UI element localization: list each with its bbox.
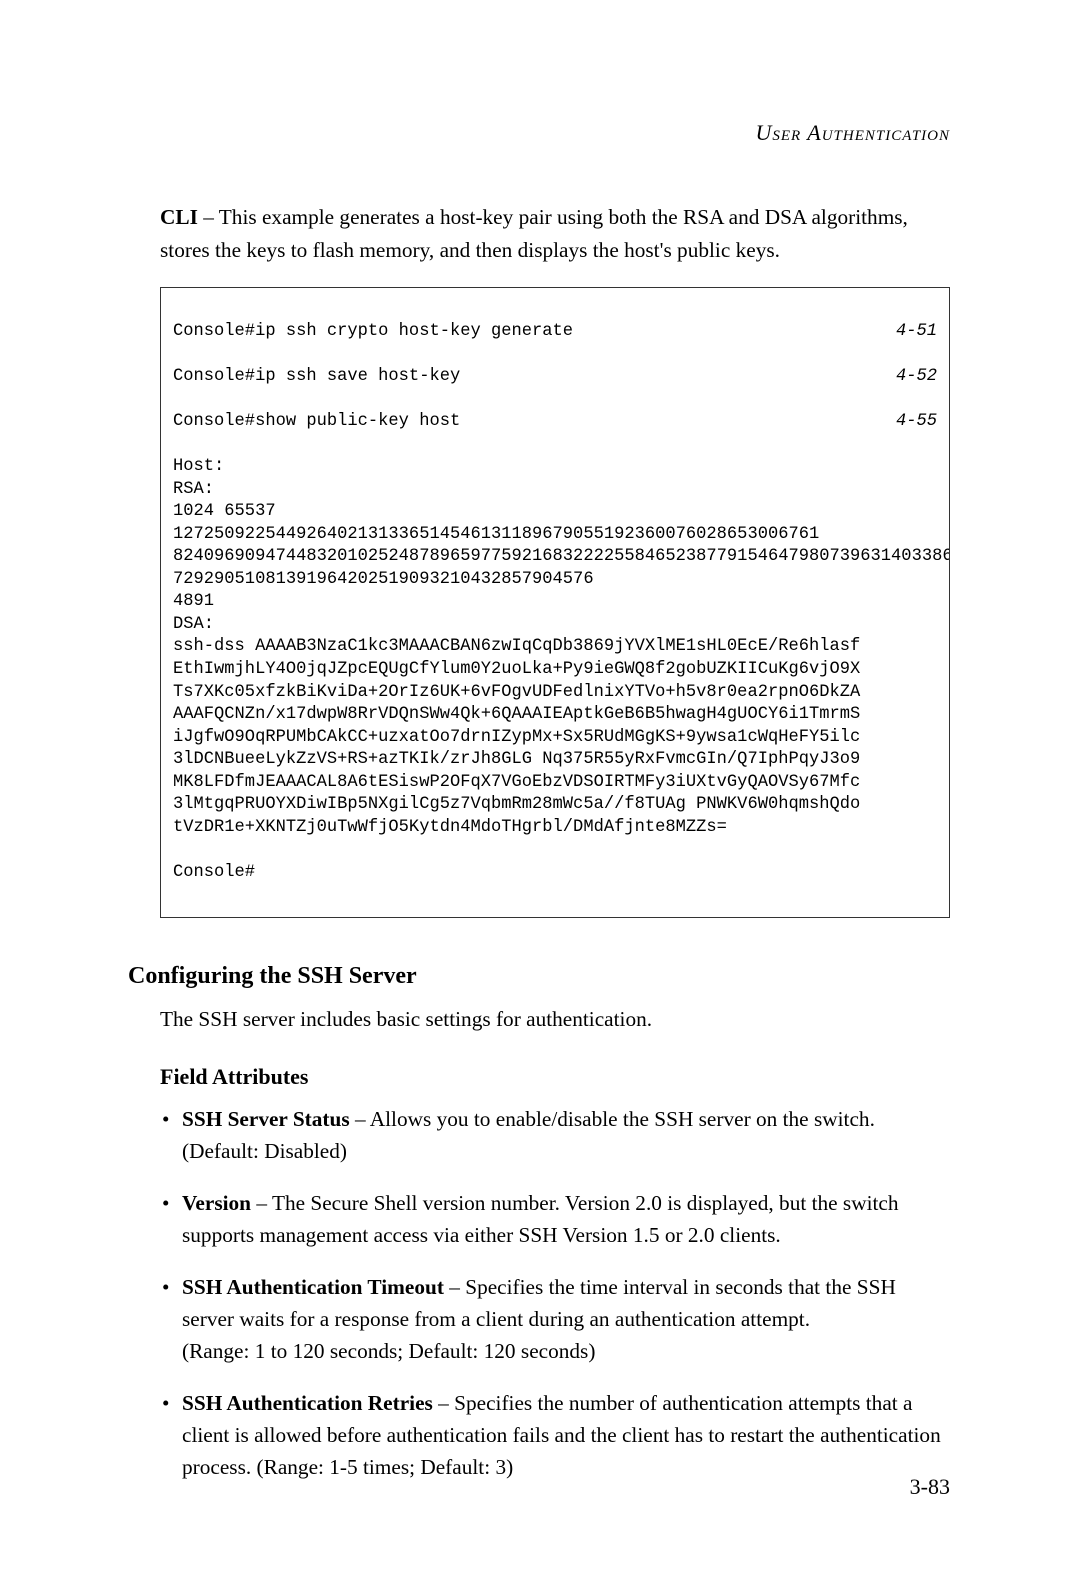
intro-text: – This example generates a host-key pair… [160,205,908,262]
cli-label: CLI [160,205,198,229]
list-item: Version – The Secure Shell version numbe… [160,1188,950,1252]
cli-output-box: Console#ip ssh crypto host-key generate4… [160,287,950,918]
attr-name: SSH Authentication Retries [182,1391,433,1415]
attr-name: Version [182,1191,251,1215]
list-item: SSH Authentication Retries – Specifies t… [160,1388,950,1484]
code-line: Console#ip ssh save host-key4-52 [173,366,937,389]
attr-desc-2: (Range: 1 to 120 seconds; Default: 120 s… [182,1339,595,1363]
page-number: 3-83 [910,1474,950,1500]
intro-paragraph: CLI – This example generates a host-key … [160,201,950,267]
code-block: Host: RSA: 1024 65537 127250922544926402… [173,456,937,885]
attr-desc: – The Secure Shell version number. Versi… [182,1191,899,1247]
code-line: Console#ip ssh crypto host-key generate4… [173,321,937,344]
page-header: User Authentication [160,120,950,146]
section-heading: Configuring the SSH Server [128,963,950,990]
list-item: SSH Server Status – Allows you to enable… [160,1104,950,1168]
attr-name: SSH Authentication Timeout [182,1275,444,1299]
list-item: SSH Authentication Timeout – Specifies t… [160,1272,950,1368]
code-line: Console#show public-key host4-55 [173,411,937,434]
subsection-heading: Field Attributes [160,1064,950,1090]
section-body: The SSH server includes basic settings f… [160,1004,950,1036]
attr-name: SSH Server Status [182,1107,350,1131]
field-attributes-list: SSH Server Status – Allows you to enable… [160,1104,950,1483]
